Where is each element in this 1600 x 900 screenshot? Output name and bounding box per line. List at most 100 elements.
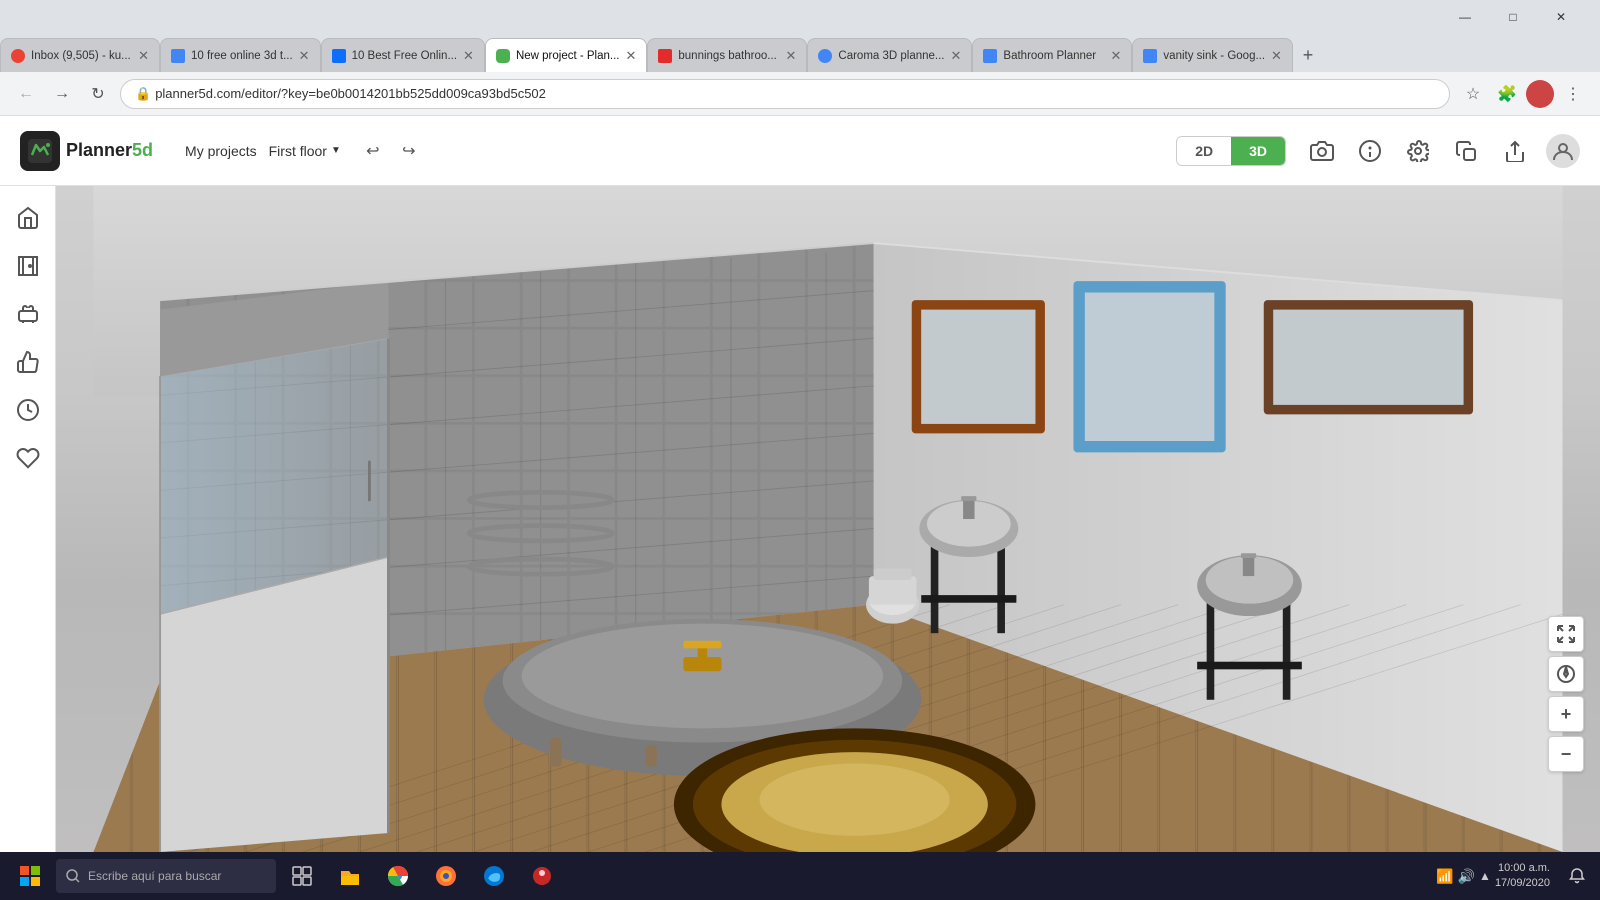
profile-button[interactable] xyxy=(1526,80,1554,108)
chevron-up-icon[interactable]: ▲ xyxy=(1479,869,1491,883)
tabs-bar: Inbox (9,505) - ku... ✕ 10 free online 3… xyxy=(0,34,1600,72)
right-mini-toolbar: + − xyxy=(1548,616,1584,772)
clock-area[interactable]: 10:00 a.m. 17/09/2020 xyxy=(1495,861,1550,892)
tab-close-icon[interactable]: ✕ xyxy=(625,48,636,64)
my-projects-link[interactable]: My projects xyxy=(177,139,265,163)
browser-window: — □ ✕ Inbox (9,505) - ku... ✕ 10 free on… xyxy=(0,0,1600,900)
title-bar: — □ ✕ xyxy=(0,0,1600,34)
share-button[interactable] xyxy=(1498,135,1530,167)
search-text: Escribe aquí para buscar xyxy=(88,869,221,883)
view-3d-button[interactable]: 3D xyxy=(1231,137,1285,165)
tab-label: Bathroom Planner xyxy=(1003,50,1104,62)
app-header: Planner5d My projects First floor ▼ ↩ ↪ … xyxy=(0,116,1600,186)
bookmark-icon[interactable]: ☆ xyxy=(1458,79,1488,109)
zoom-in-button[interactable]: + xyxy=(1548,696,1584,732)
tab-close-icon[interactable]: ✕ xyxy=(138,48,149,64)
tab-close-icon[interactable]: ✕ xyxy=(299,48,310,64)
undo-button[interactable]: ↩ xyxy=(357,135,389,167)
floor-selector[interactable]: First floor ▼ xyxy=(269,143,341,159)
gmail-favicon xyxy=(11,49,25,63)
sidebar-item-feedback[interactable] xyxy=(8,342,48,382)
tab-gmail[interactable]: Inbox (9,505) - ku... ✕ xyxy=(0,38,160,72)
back-button[interactable]: ← xyxy=(12,80,40,108)
wifi-icon[interactable]: 📶 xyxy=(1436,868,1453,885)
tab7-favicon xyxy=(983,49,997,63)
tab8-favicon xyxy=(1143,49,1157,63)
extension-icon[interactable]: 🧩 xyxy=(1492,79,1522,109)
tab-bathroom-planner[interactable]: Bathroom Planner ✕ xyxy=(972,38,1132,72)
logo-icon xyxy=(20,131,60,171)
sidebar-item-furniture[interactable] xyxy=(8,294,48,334)
compass-button[interactable] xyxy=(1548,656,1584,692)
tab-bunnings[interactable]: bunnings bathroo... ✕ xyxy=(647,38,807,72)
sidebar-item-doors[interactable] xyxy=(8,246,48,286)
url-text: planner5d.com/editor/?key=be0b0014201bb5… xyxy=(155,86,546,101)
tab-label: bunnings bathroo... xyxy=(678,50,779,62)
firefox-button[interactable] xyxy=(424,854,468,898)
logo-area: Planner5d xyxy=(20,131,153,171)
close-button[interactable]: ✕ xyxy=(1538,0,1584,34)
search-box[interactable]: Escribe aquí para buscar xyxy=(56,859,276,893)
clock-time: 10:00 a.m. 17/09/2020 xyxy=(1495,861,1550,892)
tab-planner5d[interactable]: New project - Plan... ✕ xyxy=(485,38,647,72)
browser-toolbar: ☆ 🧩 ⋮ xyxy=(1458,79,1588,109)
tab-3d-t[interactable]: 10 free online 3d t... ✕ xyxy=(160,38,321,72)
logo-text: Planner5d xyxy=(66,140,153,161)
copy-button[interactable] xyxy=(1450,135,1482,167)
expand-button[interactable] xyxy=(1548,616,1584,652)
more-icon[interactable]: ⋮ xyxy=(1558,79,1588,109)
notification-button[interactable] xyxy=(1562,854,1592,898)
taskbar-app7-button[interactable] xyxy=(520,854,564,898)
tab-best-free[interactable]: 10 Best Free Onlin... ✕ xyxy=(321,38,485,72)
info-button[interactable] xyxy=(1354,135,1386,167)
minimize-button[interactable]: — xyxy=(1442,0,1488,34)
viewport[interactable]: + − xyxy=(56,186,1600,852)
view-2d-button[interactable]: 2D xyxy=(1177,137,1231,165)
task-view-button[interactable] xyxy=(280,854,324,898)
tab-label: 10 Best Free Onlin... xyxy=(352,50,457,62)
undo-redo-group: ↩ ↪ xyxy=(357,135,425,167)
tab-close-icon[interactable]: ✕ xyxy=(951,48,962,64)
user-avatar[interactable] xyxy=(1546,134,1580,168)
tab5-favicon xyxy=(658,49,672,63)
sidebar-item-favorites[interactable] xyxy=(8,438,48,478)
tab2-favicon xyxy=(171,49,185,63)
system-tray-icons: 📶 🔊 ▲ xyxy=(1436,868,1491,885)
main-area: + − xyxy=(0,186,1600,852)
scene-svg xyxy=(56,186,1600,852)
zoom-out-button[interactable]: − xyxy=(1548,736,1584,772)
tab-close-icon[interactable]: ✕ xyxy=(1111,48,1122,64)
tab-close-icon[interactable]: ✕ xyxy=(1271,48,1282,64)
file-explorer-button[interactable] xyxy=(328,854,372,898)
volume-icon[interactable]: 🔊 xyxy=(1458,868,1475,885)
edge-button[interactable] xyxy=(472,854,516,898)
settings-button[interactable] xyxy=(1402,135,1434,167)
taskbar: Escribe aquí para buscar 📶 xyxy=(0,852,1600,900)
tab-caroma[interactable]: Caroma 3D planne... ✕ xyxy=(807,38,972,72)
start-button[interactable] xyxy=(8,854,52,898)
left-sidebar xyxy=(0,186,56,852)
floor-dropdown-icon: ▼ xyxy=(331,145,341,156)
tab-close-icon[interactable]: ✕ xyxy=(785,48,796,64)
tab-label: 10 free online 3d t... xyxy=(191,50,293,62)
redo-button[interactable]: ↪ xyxy=(393,135,425,167)
tab-label: vanity sink - Goog... xyxy=(1163,50,1265,62)
sidebar-item-history[interactable] xyxy=(8,390,48,430)
new-tab-button[interactable]: + xyxy=(1293,38,1323,72)
window-controls: — □ ✕ xyxy=(1442,0,1584,34)
forward-button[interactable]: → xyxy=(48,80,76,108)
reload-button[interactable]: ↻ xyxy=(84,80,112,108)
sidebar-item-rooms[interactable] xyxy=(8,198,48,238)
address-bar: ← → ↻ 🔒 planner5d.com/editor/?key=be0b00… xyxy=(0,72,1600,116)
zoom-in-icon: + xyxy=(1561,704,1572,725)
tab-vanity-sink[interactable]: vanity sink - Goog... ✕ xyxy=(1132,38,1293,72)
address-input[interactable]: 🔒 planner5d.com/editor/?key=be0b0014201b… xyxy=(120,79,1450,109)
app-content: Planner5d My projects First floor ▼ ↩ ↪ … xyxy=(0,116,1600,852)
maximize-button[interactable]: □ xyxy=(1490,0,1536,34)
zoom-out-icon: − xyxy=(1561,744,1572,765)
camera-button[interactable] xyxy=(1306,135,1338,167)
tab-close-icon[interactable]: ✕ xyxy=(463,48,474,64)
chrome-button[interactable] xyxy=(376,854,420,898)
tab-label: Caroma 3D planne... xyxy=(838,50,944,62)
tab4-favicon xyxy=(496,49,510,63)
